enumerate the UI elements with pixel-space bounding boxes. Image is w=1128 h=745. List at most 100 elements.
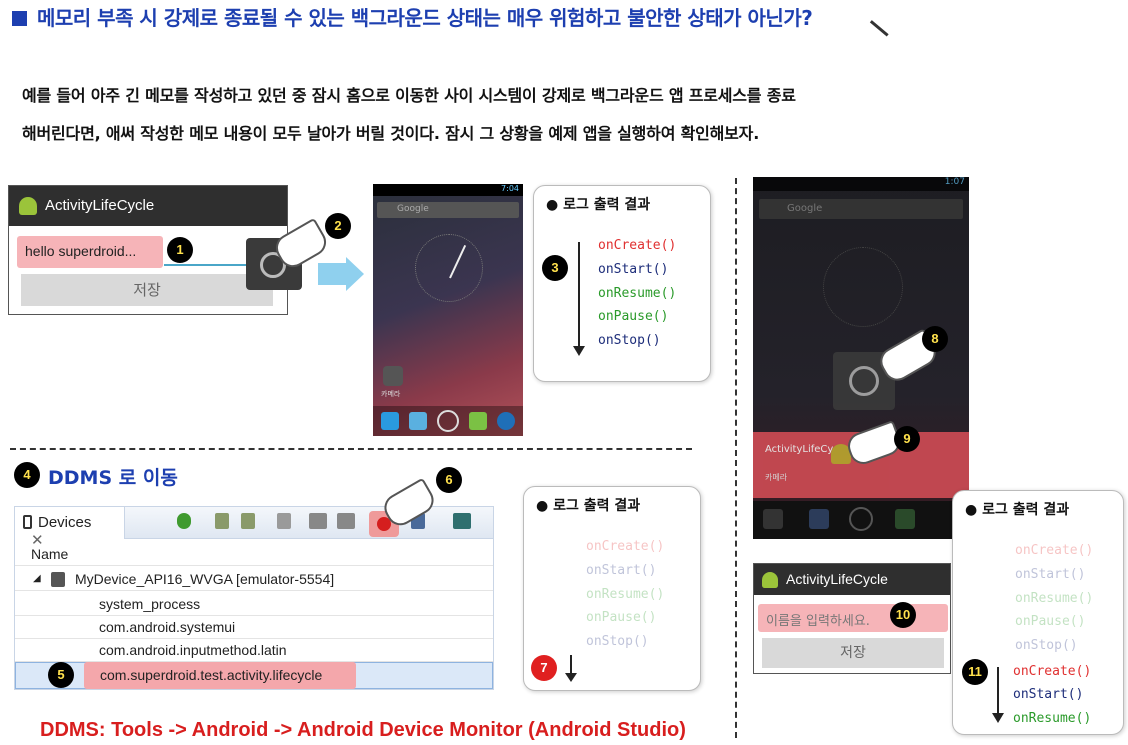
browser-icon[interactable]	[497, 412, 515, 430]
clock-widget	[415, 234, 483, 302]
name-column-header: Name	[31, 546, 69, 562]
log-line: onCreate()	[598, 238, 677, 253]
contacts-icon[interactable]	[409, 412, 427, 430]
log-line: onCreate()	[1015, 543, 1094, 558]
dock	[373, 406, 523, 436]
google-search-bar[interactable]: Google	[759, 199, 963, 219]
right-arrow-icon	[318, 263, 348, 285]
android-icon	[762, 572, 778, 589]
down-arrow-icon	[997, 667, 999, 717]
cursor-icon	[865, 20, 889, 42]
phone-icon[interactable]	[381, 412, 399, 430]
app-drawer-icon[interactable]	[849, 507, 873, 531]
process-name: system_process	[99, 596, 201, 612]
search-label: Google	[787, 203, 823, 214]
process-name: com.superdroid.test.activity.lifecycle	[100, 667, 323, 683]
devices-tab[interactable]: Devices ✕	[15, 507, 125, 549]
expand-triangle-icon[interactable]: ◢	[33, 573, 41, 584]
log-line: onStart()	[598, 262, 669, 277]
log-line: onResume()	[1015, 591, 1094, 606]
devices-panel: Devices ✕ Name ◢ MyDevice_API16_WVGA [em…	[14, 506, 494, 690]
update-threads-icon[interactable]	[309, 513, 327, 529]
status-time: 1:07	[753, 177, 969, 191]
log-output-box-1: ● 로그 출력 결과 onCreate() onStart() onResume…	[533, 185, 711, 382]
log-line: onStart()	[1013, 687, 1084, 702]
recent-app-label: ActivityLifeCy	[765, 444, 834, 455]
log-line: onCreate()	[1013, 664, 1092, 679]
update-heap-icon[interactable]	[215, 513, 229, 529]
log-line: onStop()	[1015, 638, 1078, 653]
app-title: ActivityLifeCycle	[786, 571, 888, 587]
divider-vertical	[735, 178, 737, 738]
status-time: 7:04	[373, 184, 523, 196]
log-line: onStop()	[598, 333, 661, 348]
step-9-badge: 9	[894, 426, 920, 452]
process-row[interactable]: com.android.systemui	[15, 616, 493, 639]
step-3-badge: 3	[542, 255, 568, 281]
step-6-badge: 6	[436, 467, 462, 493]
step-8-badge: 8	[922, 326, 948, 352]
log-line: onPause()	[586, 610, 657, 625]
right-arrow-head	[346, 257, 364, 291]
dump-hprof-icon[interactable]	[241, 513, 255, 529]
recent-apps-phone: 1:07 Google ActivityLifeCy 카메라	[753, 177, 969, 539]
down-arrow-icon	[578, 242, 580, 350]
name-input[interactable]: 이름을 입력하세요.	[758, 604, 948, 632]
save-button[interactable]: 저장	[21, 274, 273, 306]
google-search-bar[interactable]: Google	[377, 202, 519, 218]
camera-label: 카메라	[381, 390, 401, 398]
systrace-icon[interactable]	[453, 513, 471, 529]
camera-app-icon[interactable]	[383, 366, 403, 386]
nav-bar	[753, 501, 969, 539]
recent-app-sublabel: 카메라	[765, 473, 788, 482]
bullet-square-icon	[12, 11, 27, 26]
slide-title-text: 메모리 부족 시 강제로 종료될 수 있는 백그라운드 상태는 매우 위험하고 …	[37, 6, 813, 30]
process-name: com.android.inputmethod.latin	[99, 642, 287, 658]
save-button[interactable]: 저장	[762, 638, 944, 668]
slide-title: 메모리 부족 시 강제로 종료될 수 있는 백그라운드 상태는 매우 위험하고 …	[12, 2, 813, 31]
home-screen-phone: 7:04 Google 카메라	[373, 184, 523, 436]
android-icon	[19, 197, 37, 216]
process-row[interactable]: com.android.inputmethod.latin	[15, 639, 493, 662]
step-10-badge: 10	[890, 602, 916, 628]
ddms-footer-text: DDMS: Tools -> Android -> Android Device…	[40, 719, 686, 741]
emulator-icon	[51, 572, 65, 587]
log-title: ● 로그 출력 결과	[546, 197, 651, 213]
messaging-icon[interactable]	[895, 509, 915, 529]
divider-horizontal	[10, 448, 692, 450]
process-name: com.android.systemui	[99, 619, 236, 635]
step-11-badge: 11	[962, 659, 988, 685]
cause-gc-icon[interactable]	[277, 513, 291, 529]
process-row[interactable]: system_process	[15, 593, 493, 616]
step-7-badge: 7	[531, 655, 557, 681]
action-bar: ActivityLifeCycle	[9, 186, 287, 226]
down-arrowhead	[573, 346, 585, 356]
app-screen-2: ActivityLifeCycle 이름을 입력하세요. 저장	[753, 563, 951, 674]
contacts-icon[interactable]	[809, 509, 829, 529]
process-row-selected[interactable]: com.superdroid.test.activity.lifecycle	[15, 662, 493, 689]
log-output-box-3: ● 로그 출력 결과 onCreate() onStart() onResume…	[952, 490, 1124, 735]
paragraph-line-2: 해버린다면, 애써 작성한 메모 내용이 모두 날아가 버릴 것이다. 잠시 그…	[22, 124, 760, 143]
down-arrowhead	[565, 673, 577, 682]
log-line: onStop()	[586, 634, 649, 649]
device-name: MyDevice_API16_WVGA [emulator-5554]	[75, 571, 335, 587]
step-2-badge: 2	[325, 213, 351, 239]
device-icon	[23, 515, 32, 529]
messaging-icon[interactable]	[469, 412, 487, 430]
action-bar: ActivityLifeCycle	[754, 564, 950, 595]
memo-input[interactable]: hello superdroid...	[17, 236, 163, 268]
log-line: onPause()	[598, 309, 669, 324]
ddms-heading: DDMS 로 이동	[48, 467, 178, 489]
log-title: ● 로그 출력 결과	[536, 498, 641, 514]
debug-icon[interactable]	[177, 513, 191, 529]
log-line: onResume()	[586, 587, 665, 602]
app-title: ActivityLifeCycle	[45, 197, 155, 214]
log-line: onPause()	[1015, 614, 1086, 629]
step-5-badge: 5	[48, 662, 74, 688]
log-line: onStart()	[586, 563, 657, 578]
app-drawer-icon[interactable]	[437, 410, 459, 432]
down-arrowhead	[992, 713, 1004, 723]
start-method-profiling-icon[interactable]	[337, 513, 355, 529]
back-icon[interactable]	[763, 509, 783, 529]
device-row[interactable]: ◢ MyDevice_API16_WVGA [emulator-5554]	[15, 568, 493, 591]
